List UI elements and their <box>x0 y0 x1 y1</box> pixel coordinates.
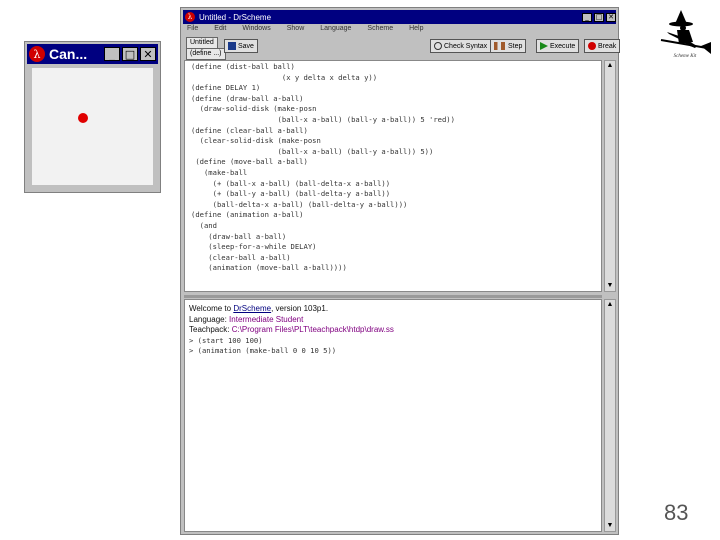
interactions-window[interactable]: Welcome to DrScheme, version 103p1. Langu… <box>184 299 602 532</box>
menu-scheme[interactable]: Scheme <box>367 25 393 37</box>
check-syntax-button[interactable]: Check Syntax <box>430 39 492 53</box>
canvas-titlebar[interactable]: λ Can... _ □ ✕ <box>27 44 158 64</box>
step-button[interactable]: Step <box>490 39 527 53</box>
code-line: (clear-ball a-ball) <box>191 252 291 262</box>
interactions-scrollbar[interactable]: ▲ ▼ <box>604 299 616 532</box>
teachpack-label: Teachpack: <box>189 325 232 334</box>
repl-input-line: > (animation (make-ball 0 0 10 5)) <box>189 346 337 355</box>
language-value: Intermediate Student <box>229 314 304 324</box>
code-line: (define (move-ball a-ball) <box>191 157 308 167</box>
code-line: (define (animation a-ball) <box>191 210 304 220</box>
menu-language[interactable]: Language <box>320 25 351 37</box>
drscheme-lambda-icon: λ <box>29 46 45 62</box>
execute-button[interactable]: Execute <box>536 39 580 53</box>
canvas-window-title: Can... <box>49 46 88 62</box>
page-number: 83 <box>664 500 689 525</box>
code-line: (+ (ball-y a-ball) (ball-delta-y a-ball)… <box>191 189 391 199</box>
scroll-down-icon[interactable]: ▼ <box>605 521 615 531</box>
code-line: (draw-solid-disk (make-posn <box>191 104 317 114</box>
save-button[interactable]: Save <box>224 39 258 53</box>
footprints-icon <box>494 42 506 50</box>
menu-edit[interactable]: Edit <box>214 25 226 37</box>
code-line: (sleep-for-a-while DELAY) <box>191 242 317 252</box>
close-icon[interactable]: ✕ <box>606 12 616 22</box>
drscheme-window-title: Untitled - DrScheme <box>199 12 272 22</box>
menu-windows[interactable]: Windows <box>242 25 270 37</box>
menu-file[interactable]: File <box>187 25 198 37</box>
code-line: (+ (ball-x a-ball) (ball-delta-x a-ball)… <box>191 178 391 188</box>
definitions-scrollbar[interactable]: ▲ ▼ <box>604 60 616 292</box>
code-line: (define DELAY 1) <box>191 83 261 93</box>
minimize-icon[interactable]: _ <box>104 47 120 61</box>
canvas-window: λ Can... _ □ ✕ <box>24 41 161 193</box>
red-ball <box>78 113 88 123</box>
code-line: (define (draw-ball a-ball) <box>191 93 304 103</box>
scroll-up-icon[interactable]: ▲ <box>605 300 615 310</box>
menu-help[interactable]: Help <box>409 25 423 37</box>
pane-divider[interactable] <box>184 295 602 298</box>
drscheme-titlebar[interactable]: λ Untitled - DrScheme _ □ ✕ <box>183 10 616 24</box>
menu-show[interactable]: Show <box>287 25 305 37</box>
code-line: (ball-delta-x a-ball) (ball-delta-y a-ba… <box>191 199 408 209</box>
logo-caption: Scheme Kit <box>673 54 697 59</box>
save-icon <box>228 42 236 50</box>
stop-icon <box>588 42 596 50</box>
welcome-suffix: , version 103p1. <box>271 304 329 313</box>
scroll-up-icon[interactable]: ▲ <box>605 61 615 71</box>
interactions-text: Welcome to DrScheme, version 103p1. Langu… <box>189 304 601 357</box>
code-line: (define (clear-ball a-ball) <box>191 125 308 135</box>
break-button[interactable]: Break <box>584 39 621 53</box>
scroll-down-icon[interactable]: ▼ <box>605 281 615 291</box>
code-line: (animation (move-ball a-ball)))) <box>191 263 347 273</box>
menu-bar: File Edit Windows Show Language Scheme H… <box>187 25 440 37</box>
drscheme-link[interactable]: DrScheme <box>233 304 271 313</box>
drscheme-window: λ Untitled - DrScheme _ □ ✕ File Edit Wi… <box>180 7 621 535</box>
minimize-icon[interactable]: _ <box>582 12 592 22</box>
code-line: (draw-ball a-ball) <box>191 231 287 241</box>
maximize-icon[interactable]: □ <box>122 47 138 61</box>
definitions-menu-tab[interactable]: (define ...) <box>186 48 226 60</box>
code-line: (clear-solid-disk (make-posn <box>191 136 321 146</box>
toolbar: Untitled (define ...) Save Check Syntax … <box>184 37 621 60</box>
teachpack-value: C:\Program Files\PLT\teachpack\htdp\draw… <box>231 325 394 334</box>
code-line: (ball-x a-ball) (ball-y a-ball)) 5 'red)… <box>191 114 455 124</box>
code-line: (x y delta x delta y)) <box>191 72 378 82</box>
code-line: (define (dist-ball ball) <box>191 62 295 71</box>
execute-arrow-icon <box>540 42 548 50</box>
drawing-canvas <box>32 68 153 185</box>
maximize-icon[interactable]: □ <box>594 12 604 22</box>
code-line: (and <box>191 220 217 230</box>
welcome-prefix: Welcome to <box>189 304 234 313</box>
close-icon[interactable]: ✕ <box>140 47 156 61</box>
language-label: Language: <box>189 314 230 324</box>
magnifier-icon <box>434 42 442 50</box>
drscheme-lambda-icon: λ <box>185 12 195 22</box>
code-text: (define (dist-ball ball) (x y delta x de… <box>191 62 601 274</box>
definitions-editor[interactable]: (define (dist-ball ball) (x y delta x de… <box>184 60 602 292</box>
code-line: (make-ball <box>191 167 248 177</box>
code-line: (ball-x a-ball) (ball-y a-ball)) 5)) <box>191 146 434 156</box>
repl-input-line: > (start 100 100) <box>189 335 263 345</box>
